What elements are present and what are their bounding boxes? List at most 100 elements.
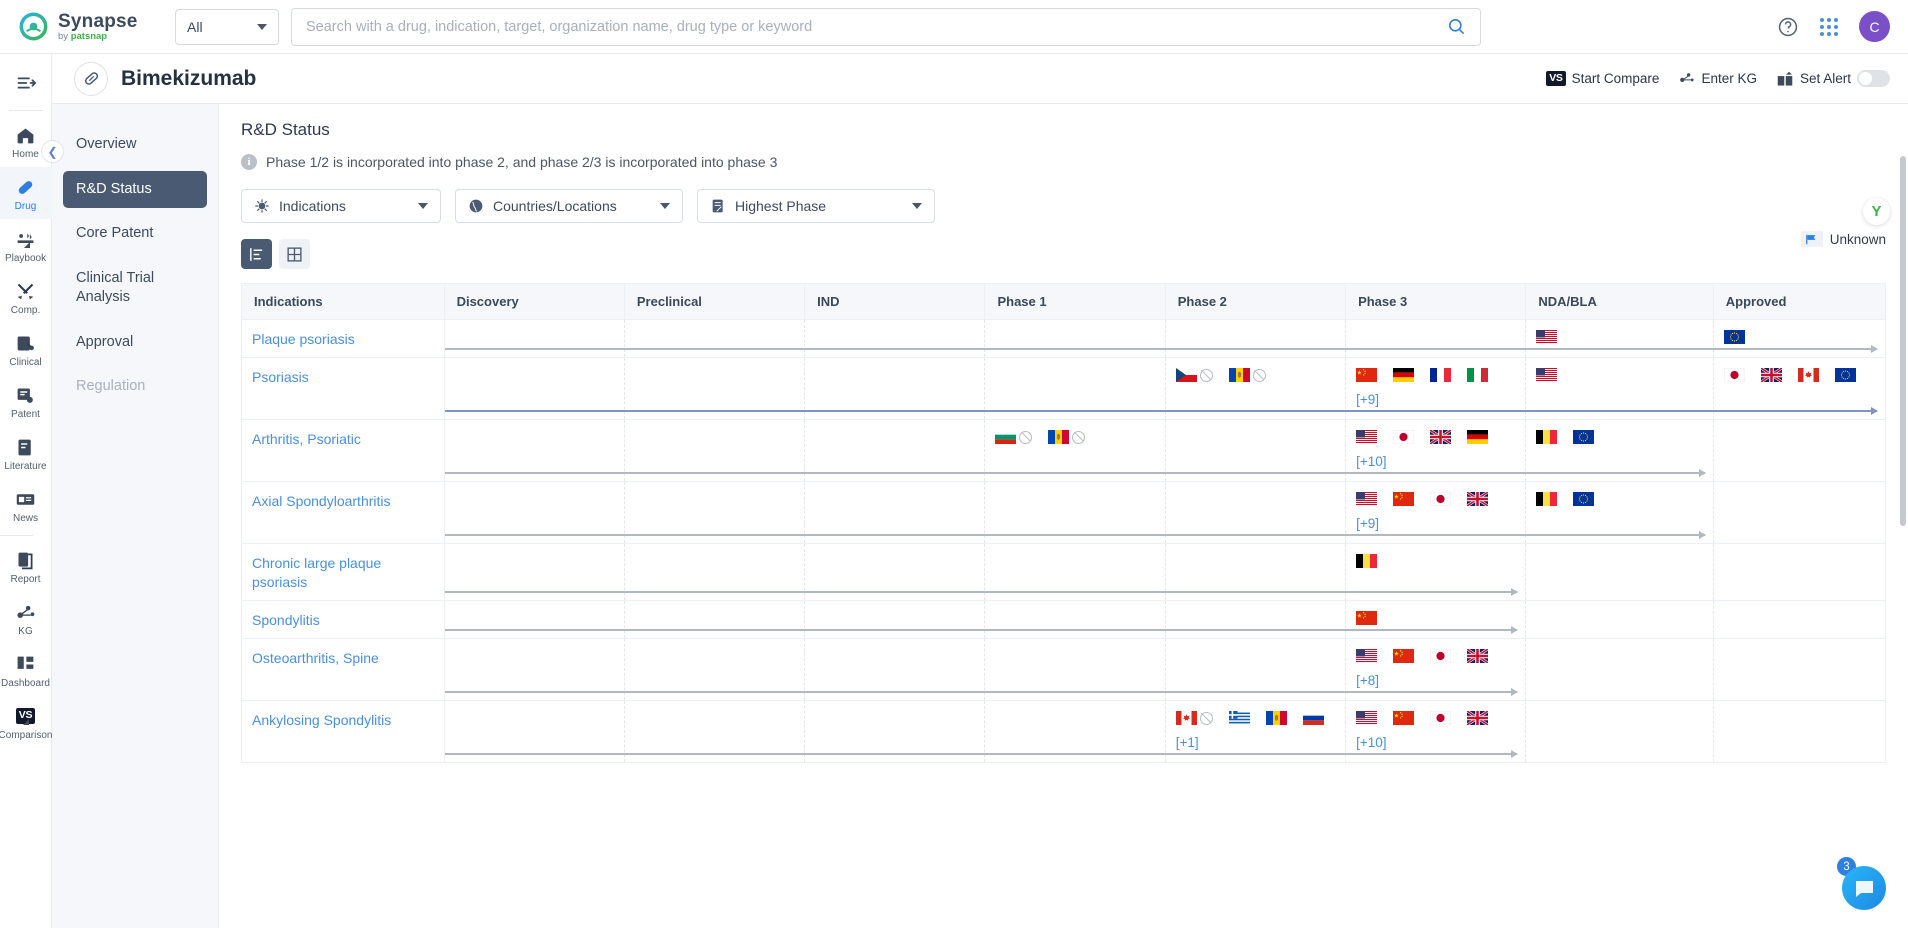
country-flag-cn[interactable]	[1393, 711, 1415, 725]
rail-item-drug[interactable]: Drug	[0, 167, 53, 219]
section-title: R&D Status	[241, 120, 330, 139]
rail-item-report[interactable]: Report	[0, 540, 52, 592]
country-flag-eu[interactable]	[1834, 368, 1856, 382]
indication-link[interactable]: Chronic large plaque psoriasis	[252, 555, 381, 590]
more-countries-link[interactable]: [+10]	[1356, 454, 1386, 469]
country-flag-us[interactable]	[1356, 649, 1378, 663]
country-flag-bg[interactable]	[995, 430, 1033, 444]
country-flag-md[interactable]	[1228, 368, 1266, 382]
country-flag-jp[interactable]	[1393, 430, 1415, 444]
flag-group	[1723, 368, 1875, 382]
knowledge-graph-icon	[1680, 73, 1695, 83]
help-icon[interactable]	[1777, 16, 1799, 38]
apps-grid-icon[interactable]	[1819, 17, 1839, 37]
country-flag-jp[interactable]	[1430, 711, 1452, 725]
avatar[interactable]: C	[1859, 11, 1890, 42]
search-scope-select[interactable]: All	[175, 8, 279, 45]
more-countries-link[interactable]: [+8]	[1356, 673, 1379, 688]
enter-kg-button[interactable]: Enter KG	[1678, 70, 1757, 87]
more-countries-link[interactable]: [+9]	[1356, 392, 1379, 407]
country-flag-us[interactable]	[1356, 430, 1378, 444]
indication-link[interactable]: Arthritis, Psoriatic	[252, 431, 361, 447]
rail-item-news[interactable]: News	[0, 479, 52, 531]
search-bar[interactable]	[291, 7, 1481, 46]
indication-link[interactable]: Osteoarthritis, Spine	[252, 650, 379, 666]
filter-indications[interactable]: Indications	[241, 189, 441, 223]
country-flag-gr[interactable]	[1228, 711, 1250, 725]
rail-item-comparison[interactable]: VS Comparison	[0, 696, 52, 748]
subnav-item-core-patent[interactable]: Core Patent	[63, 215, 207, 253]
indication-link[interactable]: Plaque psoriasis	[252, 331, 355, 347]
country-flag-be[interactable]	[1536, 492, 1558, 506]
subnav-item-approval[interactable]: Approval	[63, 324, 207, 362]
country-flag-gb[interactable]	[1467, 711, 1489, 725]
country-flag-gb[interactable]	[1467, 492, 1489, 506]
more-countries-link[interactable]: [+9]	[1356, 516, 1379, 531]
assistant-badge[interactable]: Y	[1863, 198, 1890, 225]
country-flag-ru[interactable]	[1302, 711, 1324, 725]
rail-item-literature[interactable]: Literature	[0, 427, 52, 479]
country-flag-fr[interactable]	[1430, 368, 1452, 382]
filter-countries[interactable]: Countries/Locations	[455, 189, 683, 223]
country-flag-eu[interactable]	[1573, 492, 1595, 506]
country-flag-md[interactable]	[1265, 711, 1287, 725]
country-flag-eu[interactable]	[1723, 330, 1745, 344]
country-flag-jp[interactable]	[1723, 368, 1745, 382]
country-flag-cn[interactable]	[1393, 492, 1415, 506]
country-flag-cn[interactable]	[1356, 368, 1378, 382]
country-flag-cn[interactable]	[1393, 649, 1415, 663]
set-alert-toggle[interactable]	[1857, 70, 1890, 87]
start-compare-button[interactable]: VS Start Compare	[1546, 70, 1659, 87]
rail-item-dashboard[interactable]: Dashboard	[0, 644, 52, 696]
rail-item-patent[interactable]: Patent	[0, 375, 52, 427]
indication-link[interactable]: Ankylosing Spondylitis	[252, 712, 391, 728]
rail-item-playbook[interactable]: Playbook	[0, 219, 52, 271]
more-countries-link[interactable]: [+1]	[1176, 735, 1199, 750]
country-flag-us[interactable]	[1536, 368, 1558, 382]
country-flag-ca[interactable]	[1797, 368, 1819, 382]
search-icon[interactable]	[1447, 17, 1466, 36]
country-flag-cz[interactable]	[1175, 368, 1213, 382]
filter-highest-phase[interactable]: Highest Phase	[697, 189, 935, 223]
chevron-left-icon[interactable]: ❮	[41, 140, 64, 163]
country-flag-md[interactable]	[1048, 430, 1086, 444]
indication-link[interactable]: Axial Spondyloarthritis	[252, 493, 391, 509]
country-flag-jp[interactable]	[1430, 492, 1452, 506]
chat-button[interactable]	[1842, 866, 1886, 910]
logo[interactable]: Synapse by patsnap	[18, 11, 153, 42]
phase-cell-phase-1	[984, 357, 1166, 420]
indication-link[interactable]: Psoriasis	[252, 369, 309, 385]
country-flag-cn[interactable]	[1356, 611, 1378, 625]
rail-item-comp[interactable]: Comp.	[0, 271, 52, 323]
phase-progress-arrow	[985, 534, 1166, 536]
country-flag-jp[interactable]	[1430, 649, 1452, 663]
info-note: i Phase 1/2 is incorporated into phase 2…	[241, 154, 1886, 170]
subnav-item-clinical-trial-analysis[interactable]: Clinical Trial Analysis	[63, 260, 207, 317]
subnav-item-r-d-status[interactable]: R&D Status	[63, 170, 207, 209]
country-flag-us[interactable]	[1356, 492, 1378, 506]
country-flag-gb[interactable]	[1430, 430, 1452, 444]
country-flag-us[interactable]	[1536, 330, 1558, 344]
country-flag-de[interactable]	[1467, 430, 1489, 444]
more-countries-link[interactable]: [+10]	[1356, 735, 1386, 750]
country-flag-be[interactable]	[1356, 554, 1378, 568]
grid-view-button[interactable]	[279, 239, 310, 269]
search-input[interactable]	[306, 18, 1447, 35]
collapse-rail-icon[interactable]	[0, 60, 51, 106]
rail-item-kg[interactable]: KG	[0, 592, 52, 644]
country-flag-de[interactable]	[1393, 368, 1415, 382]
country-flag-eu[interactable]	[1573, 430, 1595, 444]
country-flag-gb[interactable]	[1467, 649, 1489, 663]
vertical-scrollbar[interactable]	[1900, 156, 1906, 526]
country-flag-it[interactable]	[1467, 368, 1489, 382]
set-alert-button[interactable]: Set Alert	[1776, 70, 1890, 87]
country-flag-us[interactable]	[1356, 711, 1378, 725]
subnav-item-overview[interactable]: Overview	[63, 126, 207, 164]
grid-view-icon	[287, 246, 302, 262]
country-flag-ca[interactable]	[1175, 711, 1213, 725]
list-view-button[interactable]	[241, 239, 272, 269]
country-flag-gb[interactable]	[1760, 368, 1782, 382]
rail-item-clinical[interactable]: Clinical	[0, 323, 52, 375]
country-flag-be[interactable]	[1536, 430, 1558, 444]
indication-link[interactable]: Spondylitis	[252, 612, 320, 628]
